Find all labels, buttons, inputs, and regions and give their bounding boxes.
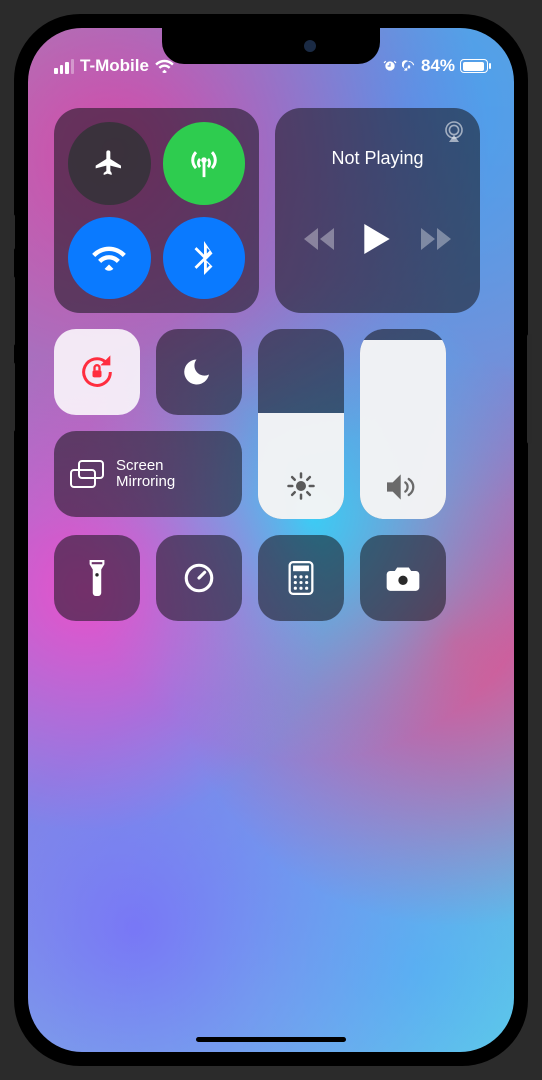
rotation-lock-icon: [77, 352, 117, 392]
phone-frame: T-Mobile 84%: [14, 14, 528, 1066]
rotation-lock-status-icon: [402, 59, 416, 73]
antenna-icon: [187, 146, 221, 180]
screen-mirroring-icon: [70, 460, 104, 488]
tutorial-highlight: [258, 329, 344, 519]
airplane-mode-toggle[interactable]: [68, 122, 151, 205]
bluetooth-icon: [194, 241, 214, 275]
calculator-icon: [288, 561, 314, 595]
battery-fill: [463, 62, 485, 71]
screen: T-Mobile 84%: [28, 28, 514, 1052]
do-not-disturb-toggle[interactable]: [156, 329, 242, 415]
front-camera: [304, 40, 316, 52]
wifi-icon: [92, 245, 126, 271]
screen-mirroring-button[interactable]: Screen Mirroring: [54, 431, 242, 517]
home-indicator[interactable]: [196, 1037, 346, 1042]
cellular-data-toggle[interactable]: [163, 122, 246, 205]
forward-button[interactable]: [421, 228, 451, 250]
flashlight-button[interactable]: [54, 535, 140, 621]
volume-down-button[interactable]: [10, 362, 15, 432]
mute-switch[interactable]: [10, 214, 15, 250]
timer-button[interactable]: [156, 535, 242, 621]
flashlight-icon: [87, 560, 107, 596]
camera-button[interactable]: [360, 535, 446, 621]
power-button[interactable]: [527, 334, 532, 444]
moon-icon: [184, 357, 214, 387]
carrier-label: T-Mobile: [80, 56, 149, 76]
battery-percent: 84%: [421, 56, 455, 76]
connectivity-group: [54, 108, 259, 313]
speaker-icon: [360, 473, 446, 501]
play-button[interactable]: [364, 224, 390, 254]
volume-up-button[interactable]: [10, 276, 15, 346]
airplane-icon: [93, 147, 125, 179]
notch: [162, 28, 380, 64]
brightness-slider[interactable]: [258, 329, 344, 519]
alarm-icon: [383, 59, 397, 73]
screen-mirroring-label: Screen Mirroring: [116, 458, 186, 491]
rewind-button[interactable]: [304, 228, 334, 250]
cellular-signal-icon: [54, 59, 74, 74]
airplay-icon[interactable]: [442, 120, 466, 144]
calculator-button[interactable]: [258, 535, 344, 621]
rotation-lock-toggle[interactable]: [54, 329, 140, 415]
timer-icon: [182, 561, 216, 595]
media-controls[interactable]: Not Playing: [275, 108, 480, 313]
wifi-icon: [155, 59, 174, 73]
volume-slider[interactable]: [360, 329, 446, 519]
control-center: Not Playing: [54, 108, 488, 621]
now-playing-label: Not Playing: [289, 148, 466, 169]
battery-icon: [460, 59, 488, 73]
camera-icon: [385, 564, 421, 592]
bluetooth-toggle[interactable]: [163, 217, 246, 300]
wifi-toggle[interactable]: [68, 217, 151, 300]
